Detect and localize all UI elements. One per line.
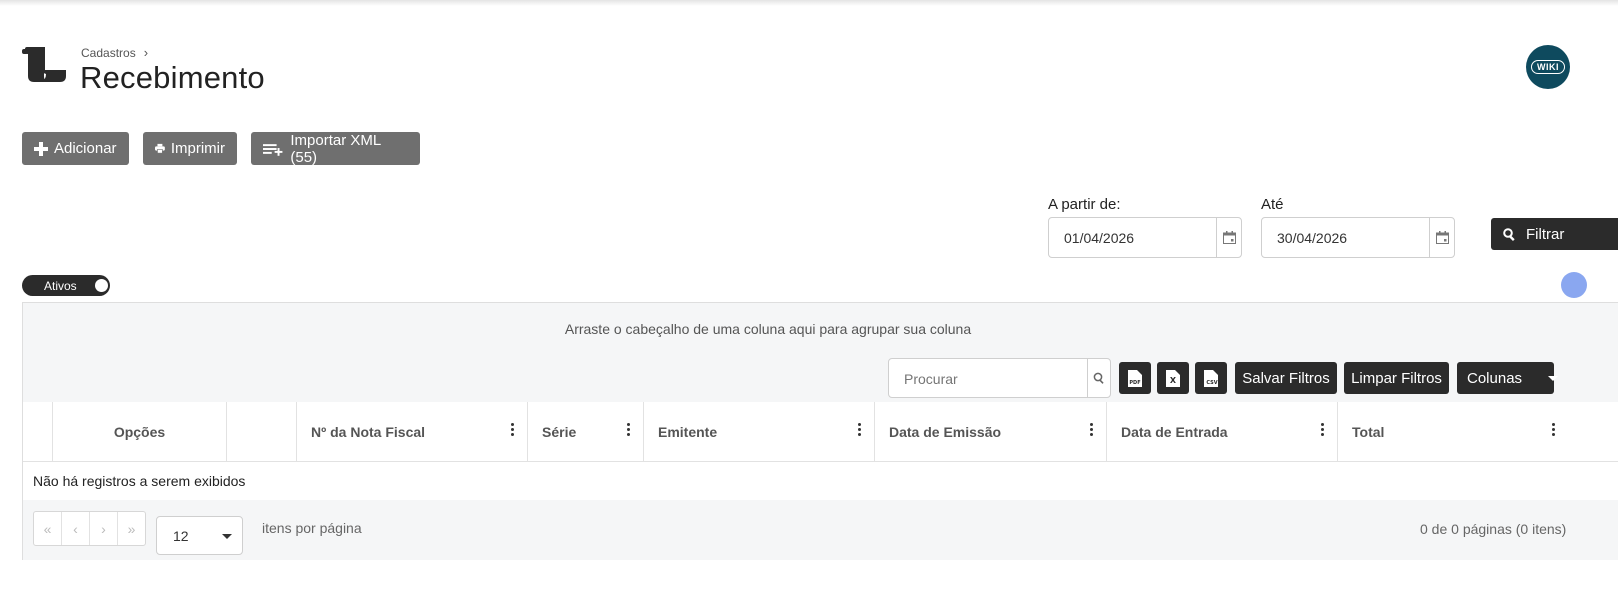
grid-toolbar: PDF X CSV Salvar Filtros Limpar Filtros … [23,354,1618,403]
wiki-button[interactable]: WIKI [1526,45,1570,89]
print-button[interactable]: Imprimir [143,132,237,165]
excel-export-icon: X [1166,369,1180,387]
chevron-right-icon: › [143,45,149,60]
csv-export-button[interactable]: CSV [1195,362,1227,394]
empty-message-row: Não há registros a serem exibidos [23,461,1618,501]
column-menu-icon[interactable] [1090,423,1094,438]
columns-button[interactable]: Colunas [1457,362,1559,394]
pager-status: 0 de 0 páginas (0 itens) [1420,521,1567,537]
print-button-label: Imprimir [170,140,225,157]
csv-export-icon: CSV [1204,369,1218,387]
search-icon [1503,227,1515,241]
column-header-label: Nº da Nota Fiscal [311,423,426,440]
select-column-header[interactable] [23,402,52,461]
playlist-add-icon [263,143,283,156]
data-grid: Arraste o cabeçalho de uma coluna aqui p… [22,302,1618,560]
columns-button-label: Colunas [1467,369,1523,387]
empty-message: Não há registros a serem exibidos [33,472,246,489]
breadcrumb-item-cadastros[interactable]: Cadastros [81,46,136,60]
clear-filters-button[interactable]: Limpar Filtros [1344,362,1449,394]
pager: « ‹ › » 12 itens por página 0 de 0 págin… [23,500,1618,560]
side-indicator[interactable] [1561,272,1587,298]
add-button[interactable]: Adicionar [22,132,129,165]
column-header-label: Total [1352,423,1385,440]
column-header-serie[interactable]: Série [527,402,643,461]
next-page-button[interactable]: › [90,512,118,545]
svg-text:PDF: PDF [1129,380,1140,386]
page-size-label: itens por página [262,520,362,536]
filter-button[interactable]: Filtrar [1491,218,1618,250]
caret-down-icon [1548,375,1559,381]
pdf-export-button[interactable]: PDF [1119,362,1151,394]
page-title: Recebimento [80,60,265,95]
import-xml-button[interactable]: Importar XML (55) [251,131,420,166]
group-panel-hint: Arraste o cabeçalho de uma coluna aqui p… [564,320,972,337]
column-header-data-emissao[interactable]: Data de Emissão [874,402,1106,461]
wiki-label: WIKI [1531,60,1565,74]
search-field[interactable] [888,358,1111,399]
column-header-total[interactable]: Total [1337,402,1568,461]
column-header-blank[interactable] [226,402,296,461]
to-date-input[interactable] [1262,228,1429,247]
column-header-opcoes[interactable]: Opções [52,402,226,461]
column-menu-icon[interactable] [1321,423,1325,438]
pdf-export-icon: PDF [1128,369,1142,387]
search-icon[interactable] [1087,359,1110,397]
from-date-input[interactable] [1049,228,1216,247]
receipt-icon [22,46,68,84]
excel-export-button[interactable]: X [1157,362,1189,394]
printer-icon [155,143,165,154]
top-shadow [0,0,1618,6]
column-header-label: Data de Entrada [1121,423,1228,440]
prev-page-button[interactable]: ‹ [62,512,90,545]
column-header-label: Opções [113,423,166,440]
filter-button-label: Filtrar [1526,225,1565,243]
column-menu-icon[interactable] [858,423,862,438]
column-menu-icon[interactable] [627,423,631,438]
page-size-value: 12 [173,528,189,544]
first-page-button[interactable]: « [34,512,62,545]
active-toggle-label: Ativos [44,279,77,293]
column-header-nota-fiscal[interactable]: Nº da Nota Fiscal [296,402,527,461]
search-input[interactable] [889,359,1086,399]
calendar-icon[interactable] [1429,218,1454,257]
last-page-button[interactable]: » [118,512,145,545]
column-header-label: Data de Emissão [889,423,1002,440]
plus-icon [34,141,48,156]
svg-text:CSV: CSV [1206,380,1217,386]
column-header-label: Série [542,423,577,440]
active-toggle[interactable]: Ativos [22,275,110,296]
from-date-label: A partir de: [1048,196,1121,213]
column-menu-icon[interactable] [1552,423,1556,438]
toggle-knob [95,279,108,292]
to-date-field[interactable] [1261,217,1455,258]
caret-down-icon [222,534,232,539]
column-header-data-entrada[interactable]: Data de Entrada [1106,402,1337,461]
column-menu-icon[interactable] [511,423,515,438]
column-header-label: Emitente [658,423,718,440]
group-panel[interactable]: Arraste o cabeçalho de uma coluna aqui p… [23,303,1618,355]
column-header-emitente[interactable]: Emitente [643,402,874,461]
pager-nav: « ‹ › » [33,511,146,546]
svg-text:X: X [1170,376,1177,385]
from-date-field[interactable] [1048,217,1242,258]
add-button-label: Adicionar [54,140,117,157]
page-size-select[interactable]: 12 [156,516,243,555]
breadcrumb: Cadastros › [81,45,148,60]
calendar-icon[interactable] [1216,218,1241,257]
grid-header-row: Opções Nº da Nota Fiscal Série Emitente … [23,402,1618,462]
to-date-label: Até [1261,196,1284,213]
import-xml-label: Importar XML (55) [290,131,381,166]
save-filters-button[interactable]: Salvar Filtros [1235,362,1337,394]
